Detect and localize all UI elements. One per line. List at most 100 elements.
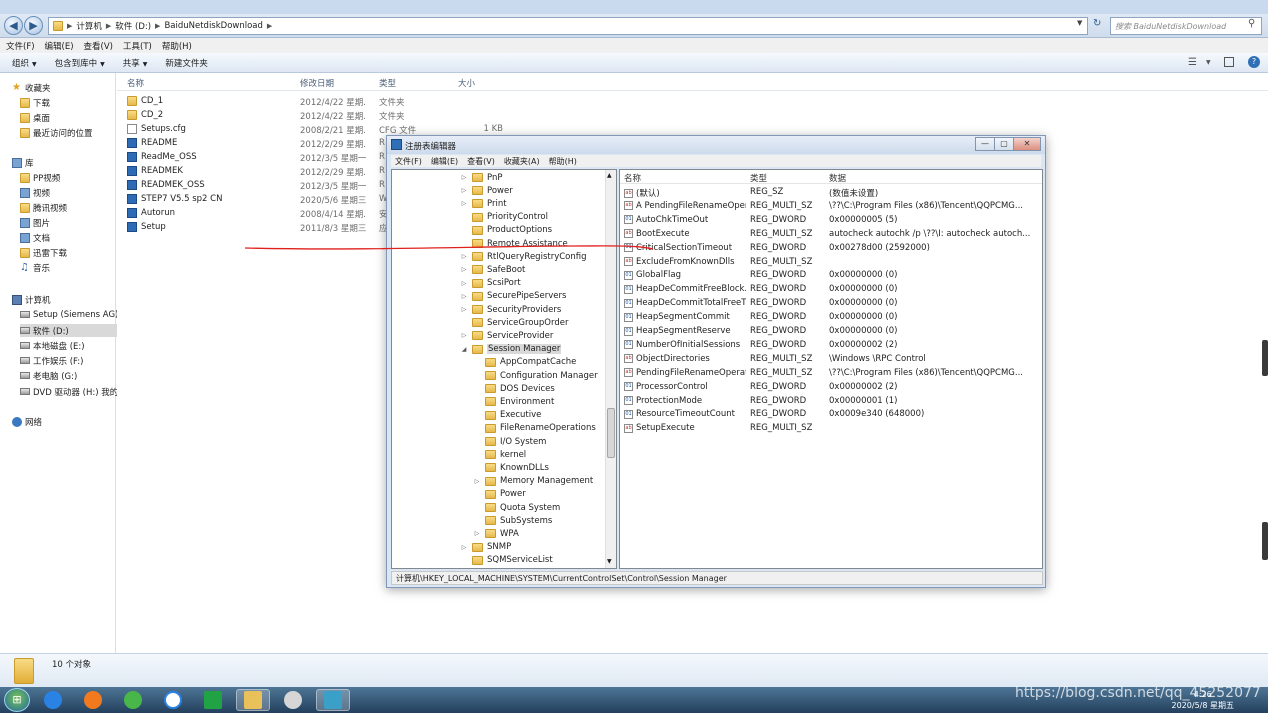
scroll-up-icon[interactable]: ▲ <box>607 172 612 179</box>
nav-item[interactable]: 网络 <box>12 415 126 428</box>
registry-value-row[interactable]: ab ObjectDirectories REG_MULTI_SZ \Windows … <box>620 353 1042 367</box>
expand-arrow-icon[interactable]: ◢ <box>460 346 468 353</box>
registry-value-row[interactable]: 01 HeapDeCommitFreeBlock... REG_DWORD 0x000… <box>620 283 1042 297</box>
file-row[interactable]: CD_2 2012/4/22 星期... 文件夹 <box>117 109 1268 123</box>
tree-node[interactable]: ServiceGroupOrder <box>460 316 568 329</box>
expand-arrow-icon[interactable]: ▷ <box>460 544 468 551</box>
tree-node[interactable]: Power <box>473 488 526 501</box>
taskbar-app-tool[interactable] <box>276 689 310 711</box>
regedit-menu-edit[interactable]: 编辑(E) <box>431 156 458 167</box>
tree-node[interactable]: AppCompatCache <box>473 356 576 369</box>
view-options-icon[interactable]: ☰ <box>1188 57 1197 68</box>
tree-node[interactable]: kernel <box>473 448 526 461</box>
expand-arrow-icon[interactable]: ▷ <box>460 200 468 207</box>
tree-node[interactable]: ◢ Session Manager <box>460 343 562 356</box>
registry-value-row[interactable]: 01 ProcessorControl REG_DWORD 0x00000002 (2… <box>620 381 1042 395</box>
registry-value-row[interactable]: 01 ResourceTimeoutCount REG_DWORD 0x0009e34… <box>620 408 1042 422</box>
registry-value-row[interactable]: 01 HeapSegmentReserve REG_DWORD 0x00000000 … <box>620 325 1042 339</box>
tree-node[interactable]: ▷ SecurityProviders <box>460 303 562 316</box>
tree-node[interactable]: Quota System <box>473 501 560 514</box>
search-icon[interactable]: ⚲ <box>1248 18 1255 29</box>
minimize-button[interactable]: — <box>975 137 995 151</box>
tree-node[interactable]: I/O System <box>473 435 546 448</box>
expand-arrow-icon[interactable]: ▷ <box>460 332 468 339</box>
taskbar-app-sogou[interactable] <box>36 689 70 711</box>
tree-node[interactable]: KnownDLLs <box>473 461 549 474</box>
taskbar-app-firefox[interactable] <box>76 689 110 711</box>
expand-arrow-icon[interactable]: ▷ <box>460 266 468 273</box>
chevron-down-icon[interactable]: ▼ <box>1206 59 1211 66</box>
column-size[interactable]: 大小 <box>458 77 475 89</box>
registry-value-row[interactable]: ab BootExecute REG_MULTI_SZ autocheck autoc… <box>620 228 1042 242</box>
taskbar-app-explorer[interactable] <box>236 689 270 711</box>
organize-button[interactable]: 组织 ▼ <box>12 57 37 69</box>
tree-node[interactable]: SQMServiceList <box>460 554 553 567</box>
nav-item[interactable]: 计算机 <box>12 293 126 306</box>
tree-node[interactable]: Configuration Manager <box>473 369 598 382</box>
taskbar-app-player[interactable] <box>196 689 230 711</box>
expand-arrow-icon[interactable]: ▷ <box>460 187 468 194</box>
tree-node[interactable]: ▷ WPA <box>473 527 519 540</box>
menu-help[interactable]: 帮助(H) <box>162 40 192 52</box>
maximize-button[interactable]: ▢ <box>994 137 1014 151</box>
file-row[interactable]: CD_1 2012/4/22 星期... 文件夹 <box>117 95 1268 109</box>
menu-tools[interactable]: 工具(T) <box>123 40 152 52</box>
registry-value-row[interactable]: ab A PendingFileRenameOper... REG_MULTI_SZ… <box>620 200 1042 214</box>
share-button[interactable]: 共享 ▼ <box>123 57 148 69</box>
tree-scroll-thumb[interactable] <box>607 408 615 458</box>
refresh-icon[interactable]: ↻ <box>1093 18 1101 29</box>
nav-item[interactable]: 库 <box>12 156 126 169</box>
forward-button[interactable]: ▶ <box>24 16 43 35</box>
regedit-menu-favorites[interactable]: 收藏夹(A) <box>504 156 540 167</box>
tree-node[interactable]: Environment <box>473 395 554 408</box>
value-column-data[interactable]: 数据 <box>829 172 846 184</box>
expand-arrow-icon[interactable]: ▷ <box>460 174 468 181</box>
nav-item[interactable]: ★ 收藏夹 <box>12 81 126 94</box>
breadcrumb-item[interactable]: 计算机 <box>76 20 102 32</box>
column-date[interactable]: 修改日期 <box>300 77 334 89</box>
tree-node[interactable]: SubSystems <box>473 514 552 527</box>
regedit-titlebar[interactable]: 注册表编辑器 — ▢ ✕ <box>387 136 1045 154</box>
tree-node[interactable]: ▷ SecurePipeServers <box>460 290 567 303</box>
registry-value-row[interactable]: ab ExcludeFromKnownDlls REG_MULTI_SZ <box>620 256 1042 270</box>
search-input[interactable]: 搜索 BaiduNetdiskDownload <box>1110 17 1262 35</box>
value-column-name[interactable]: 名称 <box>624 172 641 184</box>
column-type[interactable]: 类型 <box>379 77 396 89</box>
regedit-menu-view[interactable]: 查看(V) <box>467 156 495 167</box>
registry-value-row[interactable]: 01 ProtectionMode REG_DWORD 0x00000001 (1) <box>620 395 1042 409</box>
expand-arrow-icon[interactable]: ▷ <box>473 478 481 485</box>
expand-arrow-icon[interactable]: ▷ <box>460 280 468 287</box>
close-button[interactable]: ✕ <box>1013 137 1041 151</box>
expand-arrow-icon[interactable]: ▷ <box>460 306 468 313</box>
value-column-type[interactable]: 类型 <box>750 172 767 184</box>
registry-value-row[interactable]: 01 NumberOfInitialSessions REG_DWORD 0x0000… <box>620 339 1042 353</box>
include-in-library-button[interactable]: 包含到库中 ▼ <box>55 57 105 69</box>
scroll-down-icon[interactable]: ▼ <box>607 558 612 565</box>
tree-node[interactable]: FileRenameOperations <box>473 422 596 435</box>
tree-node[interactable]: ▷ ScsiPort <box>460 277 521 290</box>
tree-node[interactable]: Executive <box>473 409 541 422</box>
registry-value-row[interactable]: 01 HeapSegmentCommit REG_DWORD 0x00000000 (… <box>620 311 1042 325</box>
registry-value-row[interactable]: 01 CriticalSectionTimeout REG_DWORD 0x00278… <box>620 242 1042 256</box>
registry-value-row[interactable]: 01 AutoChkTimeOut REG_DWORD 0x00000005 (5) <box>620 214 1042 228</box>
registry-value-row[interactable]: ab SetupExecute REG_MULTI_SZ <box>620 422 1042 436</box>
menu-view[interactable]: 查看(V) <box>84 40 113 52</box>
column-name[interactable]: 名称 <box>127 77 144 89</box>
tree-node[interactable]: ▷ PnP <box>460 171 503 184</box>
address-dropdown-icon[interactable]: ▼ <box>1077 19 1082 27</box>
tree-node[interactable]: ProductOptions <box>460 224 552 237</box>
taskbar-app-regedit[interactable] <box>316 689 350 711</box>
menu-edit[interactable]: 编辑(E) <box>45 40 74 52</box>
help-icon[interactable]: ? <box>1248 56 1260 68</box>
tree-node[interactable]: ▷ SNMP <box>460 541 512 554</box>
regedit-menu-help[interactable]: 帮助(H) <box>549 156 577 167</box>
breadcrumb-item[interactable]: 软件 (D:) <box>115 20 151 32</box>
taskbar-app-360[interactable] <box>116 689 150 711</box>
start-button[interactable]: ⊞ <box>4 688 30 712</box>
registry-value-row[interactable]: ab (默认) REG_SZ (数值未设置) <box>620 186 1042 200</box>
registry-value-row[interactable]: 01 HeapDeCommitTotalFreeT... REG_DWORD 0x00… <box>620 297 1042 311</box>
tree-node[interactable]: ▷ ServiceProvider <box>460 329 554 342</box>
regedit-menu-file[interactable]: 文件(F) <box>395 156 422 167</box>
tree-node[interactable]: ▷ Memory Management <box>473 475 594 488</box>
tree-node[interactable]: ▷ SafeBoot <box>460 263 526 276</box>
